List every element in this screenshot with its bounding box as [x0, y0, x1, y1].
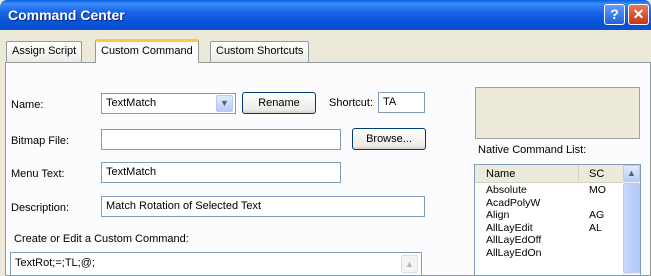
list-item[interactable]: Align AG — [475, 209, 624, 222]
chevron-down-icon[interactable]: ▼ — [216, 95, 233, 112]
browse-button[interactable]: Browse... — [352, 128, 426, 150]
scroll-up-icon[interactable]: ▲ — [623, 165, 640, 182]
list-item[interactable]: AllLayEdit AL — [475, 222, 624, 235]
native-command-list-label: Native Command List: — [478, 144, 587, 156]
list-scrollbar[interactable]: ▲ — [623, 165, 640, 275]
list-header: Name SC — [475, 165, 624, 183]
bitmap-file-field[interactable] — [101, 129, 341, 150]
rename-button[interactable]: Rename — [242, 92, 316, 114]
list-item[interactable]: AllLayEdOn — [475, 247, 624, 260]
dialog-body: Assign Script Custom Command Custom Shor… — [0, 30, 651, 276]
list-item[interactable]: AllLayEdOff — [475, 234, 624, 247]
command-name: AcadPolyW — [486, 196, 541, 209]
command-name: Align — [486, 209, 510, 221]
bitmap-label: Bitmap File: — [11, 135, 70, 147]
menu-text-field[interactable]: TextMatch — [101, 162, 341, 183]
list-item[interactable]: AcadPolyW — [475, 197, 624, 210]
command-shortcut: MO — [589, 184, 606, 196]
tab-assign-script[interactable]: Assign Script — [6, 41, 83, 62]
bitmap-preview — [475, 87, 640, 139]
shortcut-field[interactable]: TA — [378, 92, 425, 113]
title-bar[interactable]: Command Center ? ✕ — [0, 0, 651, 30]
close-icon: ✕ — [632, 6, 645, 22]
description-value: Match Rotation of Selected Text — [106, 200, 262, 212]
list-rows: Absolute MO AcadPolyW Align AG AllLayEdit A… — [475, 184, 624, 259]
tab-custom-shortcuts[interactable]: Custom Shortcuts — [210, 41, 310, 62]
native-command-list[interactable]: Name SC Absolute MO AcadPolyW Align AG All… — [474, 164, 641, 276]
menu-text-value: TextMatch — [106, 166, 157, 178]
menu-text-label: Menu Text: — [11, 168, 65, 180]
help-icon: ? — [610, 6, 619, 22]
column-header-sc[interactable]: SC — [580, 165, 624, 183]
command-name: AllLayEdOn — [486, 246, 542, 259]
custom-command-label: Create or Edit a Custom Command: — [14, 233, 189, 245]
column-header-name[interactable]: Name — [476, 165, 579, 183]
help-button[interactable]: ? — [604, 4, 625, 25]
description-label: Description: — [11, 202, 70, 214]
window-title: Command Center — [8, 7, 125, 23]
command-name: AllLayEdOff — [486, 234, 542, 246]
custom-command-value: TextRot;=;TL;@; — [15, 257, 95, 269]
scrollbar-thumb[interactable] — [623, 183, 640, 273]
shortcut-label: Shortcut: — [329, 97, 374, 109]
command-shortcut: AL — [589, 221, 602, 234]
command-name: AllLayEdit — [486, 221, 533, 234]
close-button[interactable]: ✕ — [628, 4, 649, 25]
list-item[interactable]: Absolute MO — [475, 184, 624, 197]
command-shortcut: AG — [589, 209, 605, 221]
custom-command-editor[interactable]: TextRot;=;TL;@; ▲ — [10, 252, 422, 276]
description-field[interactable]: Match Rotation of Selected Text — [101, 196, 425, 217]
name-label: Name: — [11, 99, 44, 111]
name-value: TextMatch — [106, 97, 157, 109]
command-name: Absolute — [486, 184, 527, 196]
tab-custom-command[interactable]: Custom Command — [95, 39, 199, 63]
shortcut-value: TA — [383, 96, 397, 108]
chevron-up-icon[interactable]: ▲ — [401, 255, 418, 273]
